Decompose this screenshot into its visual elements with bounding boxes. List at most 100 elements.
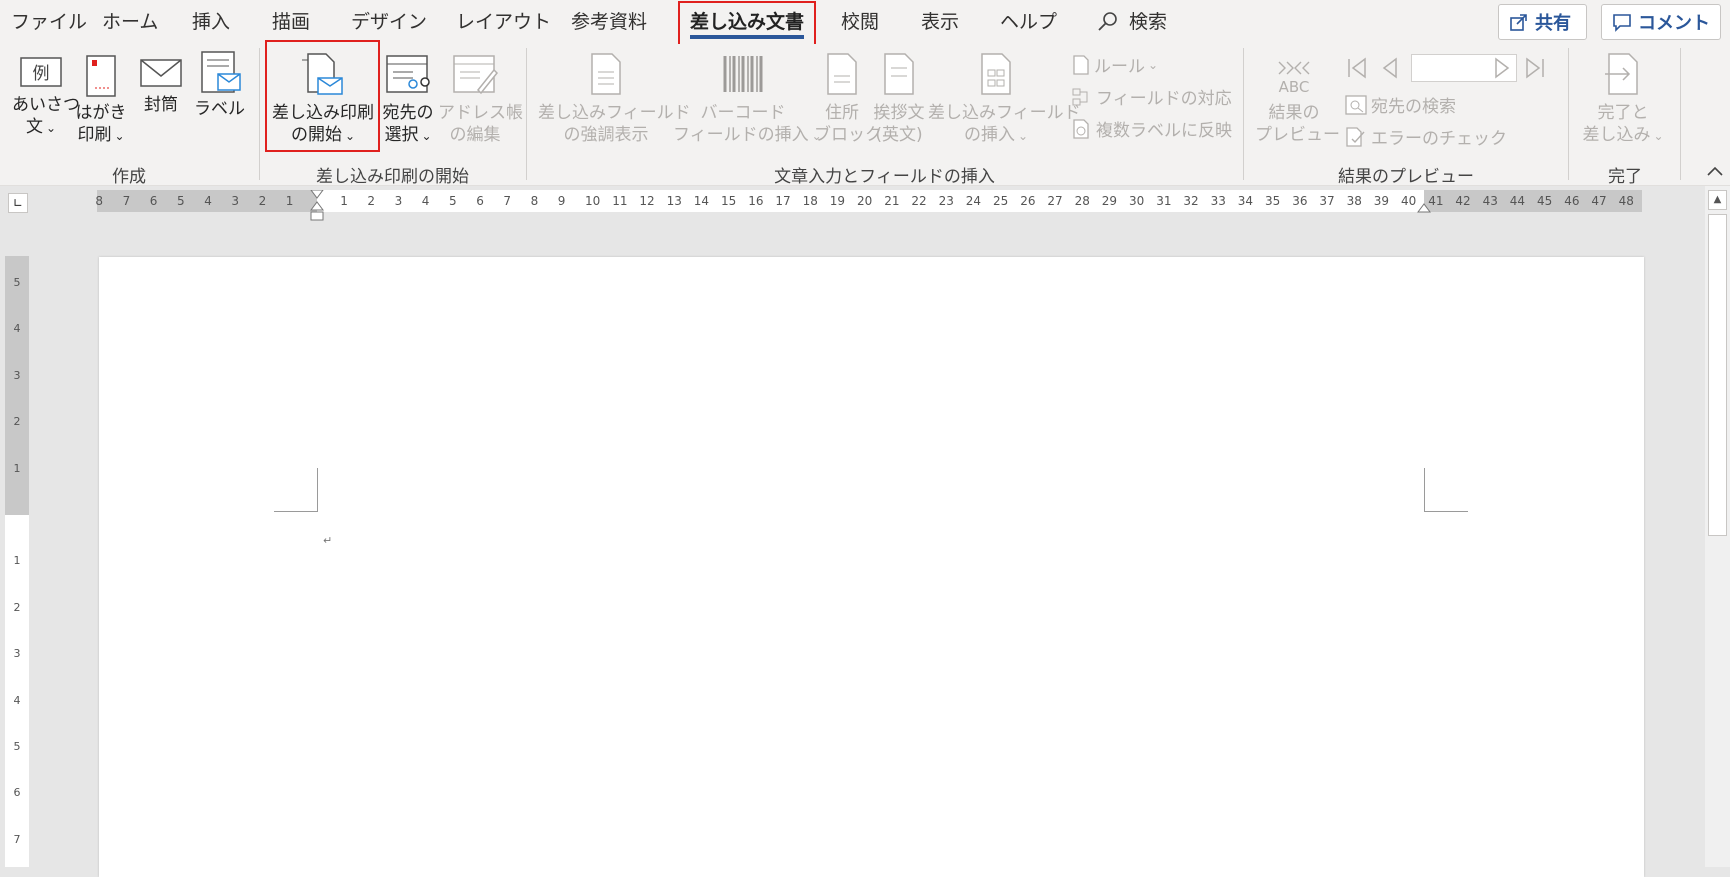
indent-marker-icon[interactable] [309,190,325,224]
comment-button[interactable]: コメント [1601,4,1721,40]
greeting-line-icon [884,53,914,95]
ruler-tick-label: 46 [1564,194,1580,208]
ruler-tick-label: 47 [1591,194,1607,208]
horizontal-ruler[interactable]: 8 7 6 5 4 3 2 1 1 2 3 4 5 6 7 8 9 10 11 12 13 14 15 16 17 18 19 20 2… [95,190,1642,221]
right-indent-marker-icon[interactable] [1416,200,1432,214]
ruler-tick-label: 5 [449,194,457,208]
ruler-tick-label: 6 [476,194,484,208]
find-recipient-button[interactable]: 宛先の検索 [1344,92,1456,117]
update-labels-button[interactable]: 複数ラベルに反映 [1071,116,1232,141]
ruler-tick-label: 7 [503,194,512,208]
chevron-down-icon: ⌄ [1017,129,1029,143]
tab-layout[interactable]: レイアウト [456,8,551,36]
postcard-icon [86,55,116,97]
group-separator [1680,48,1681,180]
edit-recipient-list-button[interactable]: アドレス帳 の編集 [438,52,523,146]
ruler-tick-label: 7 [122,194,131,208]
search-box[interactable]: 検索 [1097,6,1167,38]
find-recipient-label: 宛先の検索 [1371,97,1456,117]
margin-corner-mark [1424,468,1468,512]
collapse-ribbon-icon[interactable] [1706,164,1724,178]
insert-barcode-field-button[interactable]: バーコード フィールドの挿入 ⌄ [673,52,822,147]
ruler-tick-label: 14 [693,194,710,208]
labels-button[interactable]: ラベル [194,50,245,120]
ruler-tick-label: 45 [1537,194,1553,208]
group-finish: 完了 [1608,167,1642,187]
postcard-label-2: 印刷 [77,125,112,145]
group-separator [1243,48,1244,180]
insert-merge-field-button[interactable]: 差し込みフィールド の挿入 ⌄ [928,52,1081,147]
envelope-button[interactable]: 封筒 [136,54,186,116]
ruler-tick-label: 25 [993,194,1009,208]
share-icon [1510,14,1527,31]
first-record-icon[interactable] [1345,56,1369,80]
check-errors-button[interactable]: エラーのチェック [1344,124,1507,149]
scroll-up-icon[interactable]: ▲ [1708,190,1727,210]
ruler-tick-label: 21 [884,194,900,208]
labels-icon [201,51,241,93]
vertical-scrollbar[interactable]: ▲ [1705,186,1730,867]
select-recipients-button[interactable]: 宛先の 選択 ⌄ [380,52,436,147]
tab-selector-icon[interactable]: ∟ [8,193,28,213]
group-write-insert-fields: 文章入力とフィールドの挿入 [774,167,995,187]
tab-review[interactable]: 校閲 [841,8,879,36]
previous-record-icon[interactable] [1378,56,1402,80]
rules-label: ルール [1094,57,1145,77]
greeting-button[interactable]: 例 あいさつ 文 ⌄ [12,54,80,139]
ruler-tick-label: 2 [258,194,267,208]
address-block-icon [827,53,857,95]
ruler-tick-label: 28 [1074,194,1090,208]
preview-results-icon: ABC [1278,61,1310,96]
vertical-ruler[interactable]: 5 4 3 2 1 1 2 3 4 5 6 7 [5,256,29,867]
tab-insert[interactable]: 挿入 [192,8,230,36]
highlight-merge-fields-button[interactable]: 差し込みフィールド の強調表示 [538,52,691,146]
document-page[interactable]: ↵ [99,257,1644,877]
highlight-fields-label-2: の強調表示 [563,125,649,145]
last-record-icon[interactable] [1523,56,1547,80]
preview-results-label-1: 結果の [1268,103,1320,123]
ruler-tick-label: 36 [1292,194,1308,208]
paragraph-mark: ↵ [323,534,333,547]
tab-references[interactable]: 参考資料 [571,8,647,36]
group-separator [259,48,260,180]
ruler-tick-label: 3 [13,647,21,661]
rules-button[interactable]: ルール ⌄ [1071,52,1158,77]
ruler-tick-label: 5 [13,740,21,753]
tab-help[interactable]: ヘルプ [1000,8,1057,36]
highlight-fields-label-1: 差し込みフィールド [538,103,691,123]
update-labels-icon [1073,118,1089,139]
scrollbar-thumb[interactable] [1708,214,1727,536]
next-record-icon[interactable] [1490,56,1514,80]
update-labels-label: 複数ラベルに反映 [1096,121,1232,141]
share-button[interactable]: 共有 [1498,4,1587,40]
ruler-tick-label: 10 [585,194,601,208]
tab-design[interactable]: デザイン [351,8,427,36]
ruler-tick-label: 1 [13,554,21,568]
search-label: 検索 [1129,11,1168,33]
ruler-tick-label: 3 [13,368,21,382]
match-fields-button[interactable]: フィールドの対応 [1071,84,1232,109]
tab-file[interactable]: ファイル [11,8,87,36]
preview-results-button[interactable]: ABC 結果の プレビュー [1255,52,1340,146]
start-mail-merge-highlight [265,40,380,152]
ruler-tick-label: 4 [13,693,21,707]
greeting-line-button[interactable]: 挨拶文 (英文) [870,52,928,146]
select-recipients-label-1: 宛先の [382,103,434,123]
envelope-icon [140,59,182,87]
ruler-tick-label: 19 [829,194,846,208]
comment-label: コメント [1638,13,1710,34]
tab-view[interactable]: 表示 [921,8,959,36]
barcode-icon [723,56,763,92]
greeting-line-label-2: (英文) [875,125,923,145]
ruler-tick-label: 2 [367,194,376,208]
tab-draw[interactable]: 描画 [272,8,310,36]
postcard-button[interactable]: はがき 印刷 ⌄ [75,54,127,147]
select-recipients-icon [386,55,430,93]
address-block-button[interactable]: 住所 ブロック [814,52,882,146]
finish-merge-button[interactable]: 完了と 差し込み ⌄ [1580,52,1666,147]
tab-home[interactable]: ホーム [102,8,158,36]
sample-text-icon: 例 [20,57,62,87]
ruler-tick-label: 7 [13,832,21,846]
comment-icon [1613,14,1631,32]
ruler-tick-label: 13 [666,194,682,208]
